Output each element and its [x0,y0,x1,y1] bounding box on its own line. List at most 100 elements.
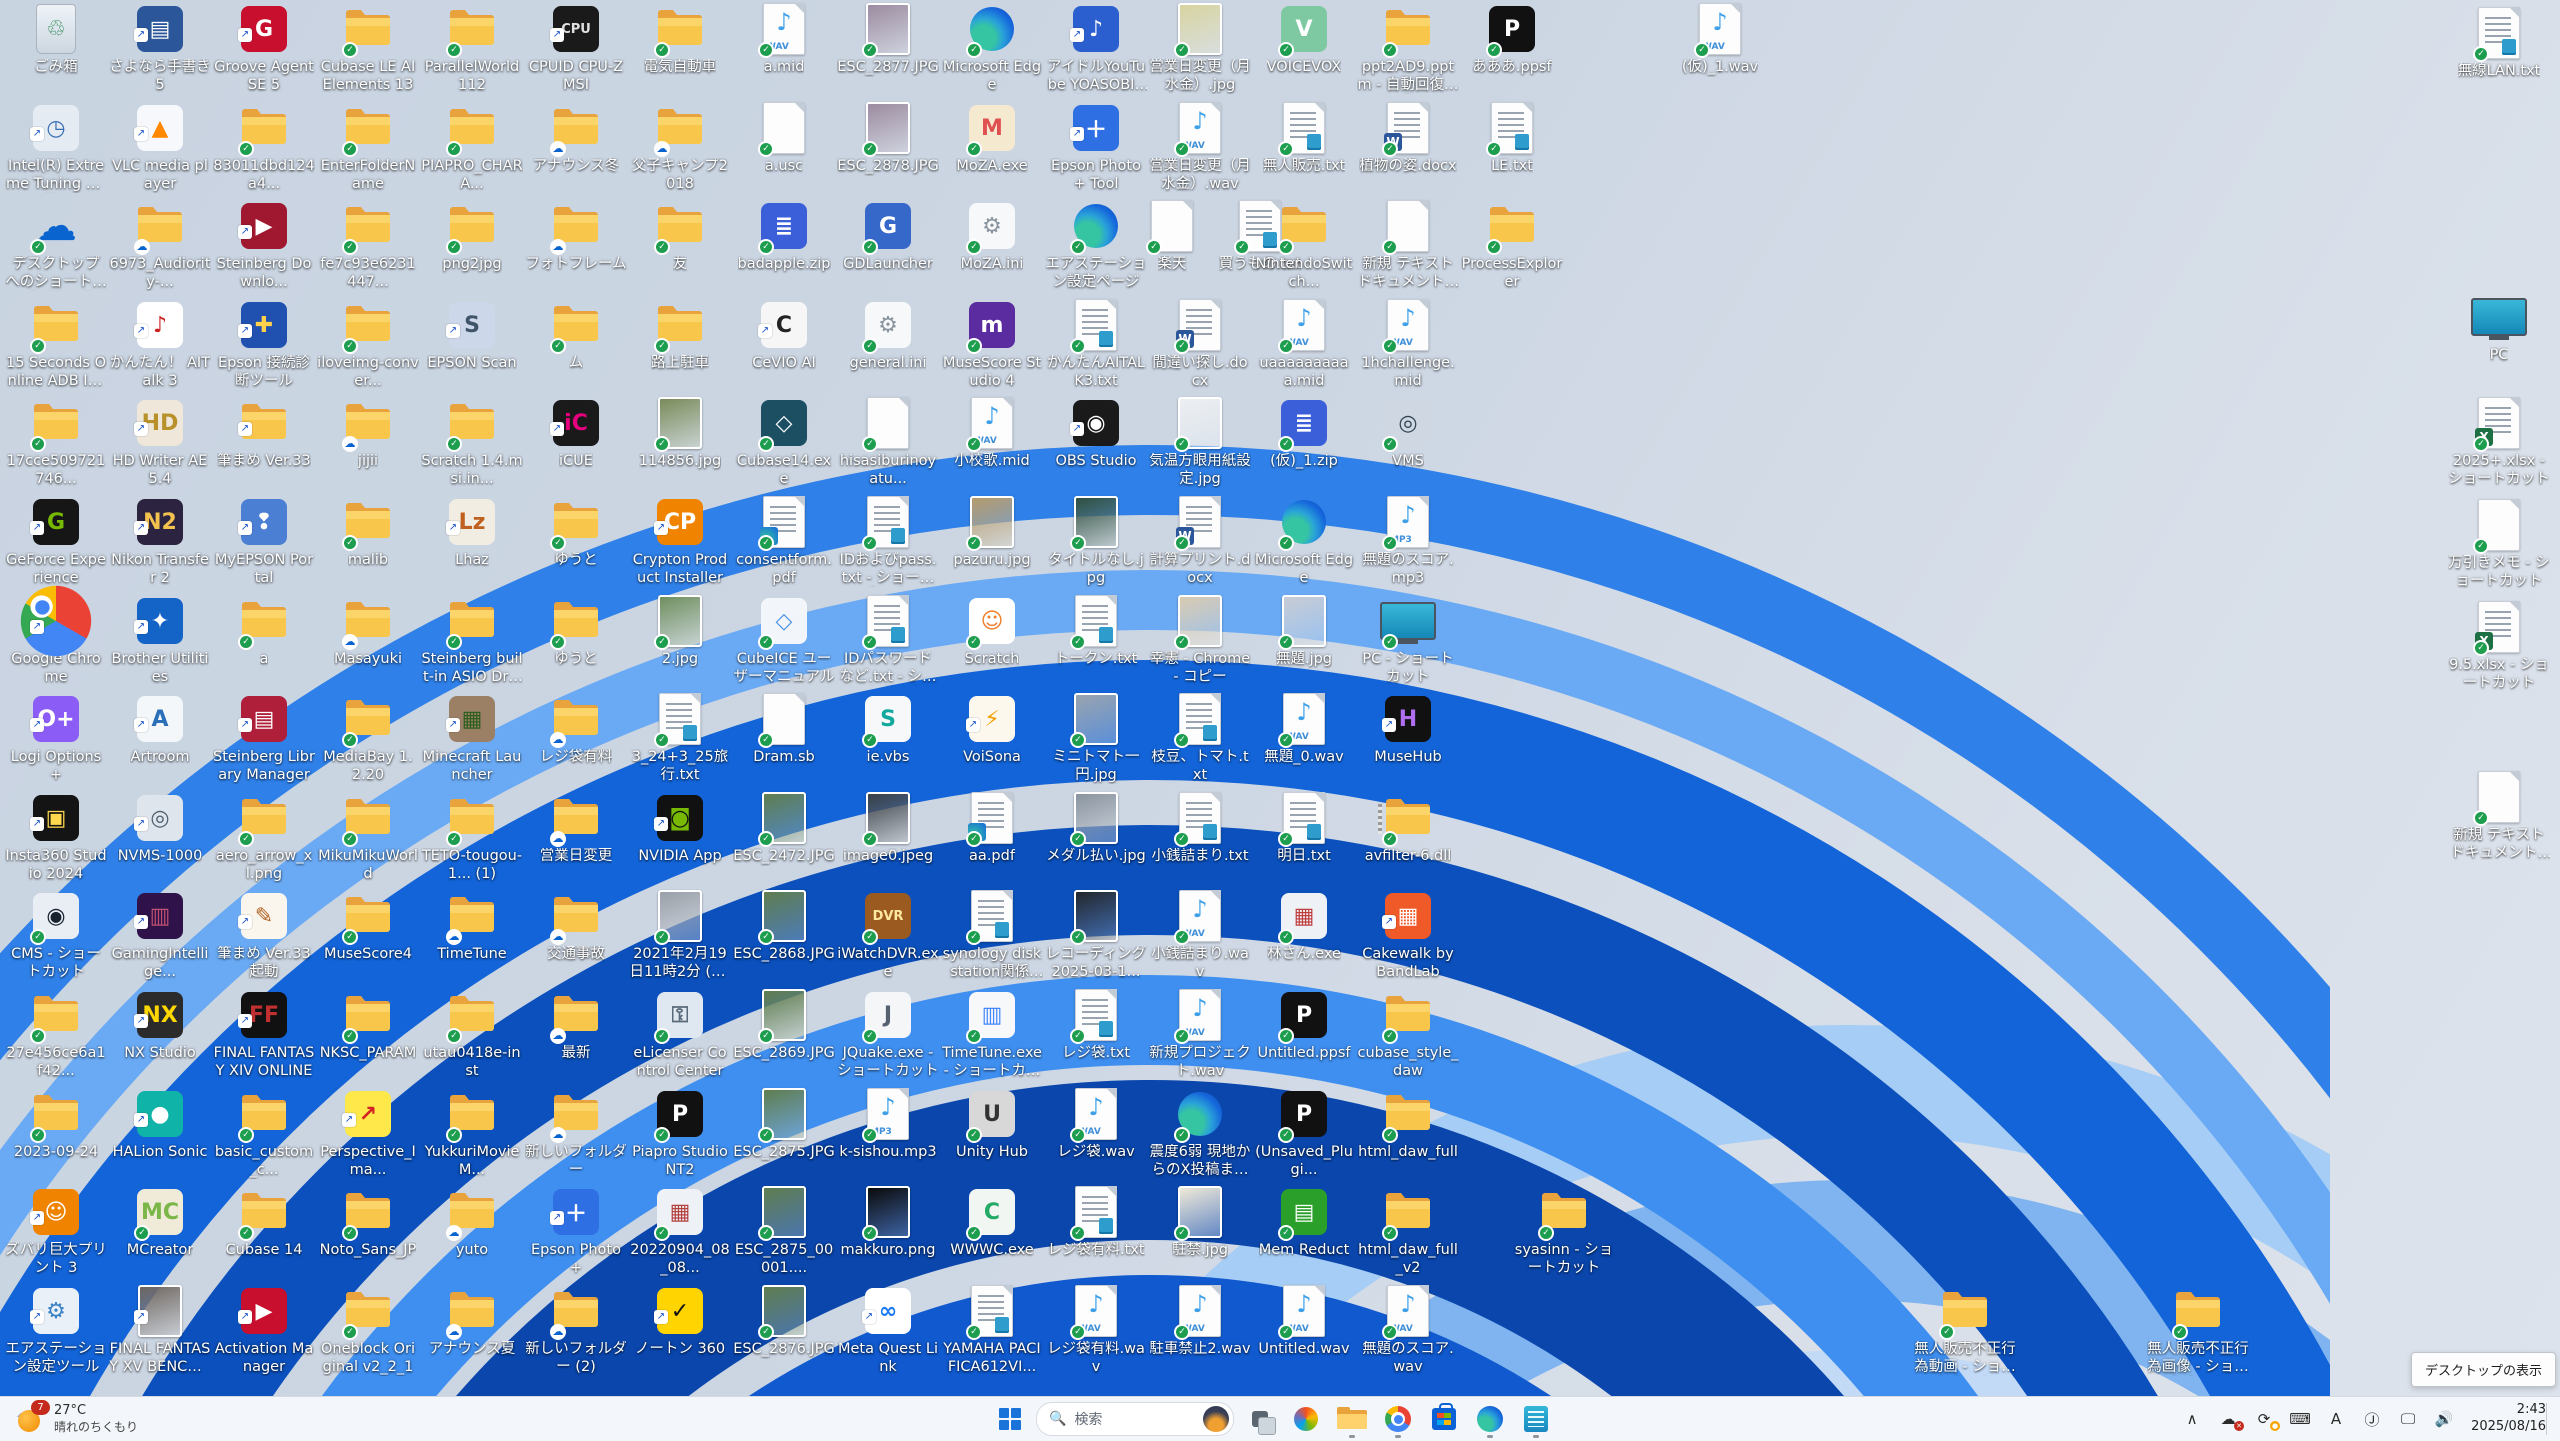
desktop-icon[interactable]: ✓ ESC_2875_00001.... [732,1185,836,1277]
desktop-icon[interactable]: ▲ ↗ VLC media player [108,101,212,193]
desktop-icon[interactable]: ▣ ↗ Insta360 Studio 2024 [4,791,108,883]
desktop-icon[interactable]: ✓ aa.pdf [940,791,1044,866]
desktop-icon[interactable]: H ↗ MuseHub [1356,692,1460,767]
desktop-icon[interactable]: ≣ ✓ (仮)_1.zip [1252,396,1356,471]
desktop-icon[interactable]: ✓ 駐禁.jpg [1148,1185,1252,1260]
desktop-icon[interactable]: ✓ ム [524,298,628,373]
desktop-icon[interactable]: ⚿ ✓ eLicenser Control Center [628,988,732,1080]
desktop-icon[interactable]: ✓IDパスワードなど.txt - ショートカット [836,594,940,686]
desktop-icon[interactable]: ☁ TimeTune [420,889,524,964]
desktop-icon[interactable]: ◉ ✓ CMS - ショートカット [4,889,108,981]
desktop-icon[interactable]: ♪↗アイドルYouTube YOASOBI - Topi... [1044,2,1148,94]
desktop-icon[interactable]: ✓ Microsoft Edge [940,2,1044,94]
desktop-icon[interactable]: ☁ 6973_Audiority-... [108,199,212,291]
desktop-icon[interactable]: ▥ ↗ GamingIntellige... [108,889,212,981]
desktop-icon[interactable]: m ✓ MuseScore Studio 4 [940,298,1044,390]
desktop-icon[interactable]: ≣ ✓ badapple.zip [732,199,836,274]
desktop-icon[interactable]: ▦ ✓ 20220904_08_08... [628,1185,732,1277]
desktop-icon[interactable]: G ✓ GDLauncher [836,199,940,274]
desktop-icon[interactable]: ✓ 2023-09-24 [4,1087,108,1162]
desktop-icon[interactable]: iC ↗ iCUE [524,396,628,471]
desktop-icon[interactable]: ✓ 無人販売.txt [1252,101,1356,176]
desktop-icon[interactable]: PC [2447,290,2551,365]
notepad-button[interactable] [1516,1399,1556,1439]
desktop-icon[interactable]: ✓Steinberg built-in ASIO Driver 1.0.9 [420,594,524,686]
desktop-icon[interactable]: ✓ 114856.jpg [628,396,732,471]
desktop-icon[interactable]: C ↗ CeVIO AI [732,298,836,373]
desktop-icon[interactable]: ✓synology diskstation関係.t... [940,889,1044,981]
desktop-icon[interactable]: ✓ 電気自動車 [628,2,732,77]
desktop-icon[interactable]: ✓ makkuro.png [836,1185,940,1260]
desktop-icon[interactable]: ☁ アナウンス冬 [524,101,628,176]
desktop-icon[interactable]: ✓ MikuMikuWorld [316,791,420,883]
desktop-icon[interactable]: ＋ ↗ Epson Photo+ Tool [1044,101,1148,193]
desktop-icon[interactable]: ↗ ↗ Perspective_Ima... [316,1087,420,1179]
desktop-icon[interactable]: P ✓ Piapro Studio NT2 [628,1087,732,1179]
desktop-icon[interactable]: ✓ MuseScore4 [316,889,420,964]
taskbar-clock[interactable]: 2:43 2025/08/16 [2465,1402,2552,1436]
desktop-icon[interactable]: ＋ ↗ Epson Photo+ [524,1185,628,1277]
desktop-icon[interactable]: ✓ Dram.sb [732,692,836,767]
desktop-icon[interactable]: ♪ WAV ✓ 小校歌.mid [940,396,1044,471]
desktop-icon[interactable]: ✓ YukkuriMovieM... [420,1087,524,1179]
desktop-icon[interactable]: CPU ↗ CPUID CPU-Z MSI [524,2,628,94]
desktop-icon[interactable]: ✓ Scratch 1.4.msi.in... [420,396,524,488]
jquake-icon[interactable]: Ⓙ [2355,1401,2389,1437]
desktop-icon[interactable]: ✓ ESC_2878.JPG [836,101,940,176]
desktop-icon[interactable]: V ✓ VOICEVOX [1252,2,1356,77]
desktop-icon[interactable]: ✓ Oneblock Original v2_2_1 [316,1284,420,1376]
desktop-icon[interactable]: ♪ WAV ✓ Untitled.wav [1252,1284,1356,1359]
desktop-icon[interactable]: ⚙ ↗ エアステーション設定ツール [4,1284,108,1376]
desktop-icon[interactable]: ♪ WAV ✓ 無題のスコア.wav [1356,1284,1460,1376]
desktop-icon[interactable]: ✓ 営業日変更（月水金）.jpg [1148,2,1252,94]
desktop-icon[interactable]: ✓ image0.jpeg [836,791,940,866]
desktop-icon[interactable]: ⚡ ↗ VoiSona [940,692,1044,767]
desktop-icon[interactable]: ♲ ごみ箱 [4,2,108,77]
desktop-icon[interactable]: ✓15 Seconds Online ADB Installer an... [4,298,108,390]
desktop-icon[interactable]: ☁ Masayuki [316,594,420,669]
desktop-icon[interactable]: ✓ レジ袋有料.txt [1044,1185,1148,1260]
desktop-icon[interactable]: ☁ アナウンス夏 [420,1284,524,1359]
onedrive-error-icon[interactable]: ☁ ✕ [2211,1401,2245,1437]
desktop-icon[interactable]: ✓ ゆうと [524,495,628,570]
desktop-icon[interactable]: ☁ 新しいフォルダー [524,1087,628,1179]
desktop-icon[interactable]: ✓ 83011dbd124a4... [212,101,316,193]
desktop-icon[interactable]: ◷↗Intel(R) Extreme Tuning Utility [4,101,108,193]
desktop-icon[interactable]: ✦ ↗ Brother Utilities [108,594,212,686]
desktop-icon[interactable]: DVR ✓ iWatchDVR.exe [836,889,940,981]
desktop-icon[interactable]: ✓ Noto_Sans_JP [316,1185,420,1260]
desktop-icon[interactable]: HD ↗ HD Writer AE 5.4 [108,396,212,488]
desktop-icon[interactable]: ✓ 無題.jpg [1252,594,1356,669]
desktop-icon[interactable]: ☁ 最新 [524,988,628,1063]
desktop-icon[interactable]: ▥✓TimeTune.exe - ショートカット [940,988,1044,1080]
desktop-icon[interactable]: ✓ ESC_2868.JPG [732,889,836,964]
desktop-icon[interactable]: ♪ WAV ✓ uaaaaaaaaaa.mid [1252,298,1356,390]
desktop-icon[interactable]: ✓ 友 [628,199,732,274]
desktop-icon[interactable]: ✓ ParallelWorld112 [420,2,524,94]
volume-icon[interactable]: 🔊 [2427,1401,2461,1437]
desktop-icon[interactable]: ▦ ✓ 林さん.exe [1252,889,1356,964]
desktop-icon[interactable]: ✓ メダル払い.jpg [1044,791,1148,866]
desktop-icon[interactable]: ☁ レジ袋有料 [524,692,628,767]
desktop-icon[interactable]: ✓ レコーディング 2025-03-1... [1044,889,1148,981]
desktop-icon[interactable]: S ✓ ie.vbs [836,692,940,767]
desktop-icon[interactable]: ⚙ ✓ MoZA.ini [940,199,1044,274]
desktop-icon[interactable]: ✓ppt2AD9.pptm - 自動回復済み [1356,2,1460,94]
desktop-icon[interactable]: ▤ ↗ さよなら手書き5 [108,2,212,94]
desktop-icon[interactable]: ✓ ミニトマト一円.jpg [1044,692,1148,784]
desktop-icon[interactable]: O+ ↗ Logi Options+ [4,692,108,784]
desktop-icon[interactable]: MC ✓ MCreator [108,1185,212,1260]
desktop-icon[interactable]: ✓ LE.txt [1460,101,1564,176]
desktop-icon[interactable]: ☁ 営業日変更 [524,791,628,866]
desktop-icon[interactable]: ✓ ESC_2877.JPG [836,2,940,77]
desktop-icon[interactable]: ✓ ↗ ノートン 360 [628,1284,732,1359]
desktop-icon[interactable]: A ↗ Artroom [108,692,212,767]
desktop-icon[interactable]: W✓植物の姿.docx [1356,101,1460,176]
desktop-icon[interactable]: P ✓ あああ.ppsf [1460,2,1564,77]
desktop-icon[interactable]: ✓ EnterFolderName [316,101,420,193]
desktop-icon[interactable]: ✓ NKSC_PARAM [316,988,420,1063]
desktop-icon[interactable]: ♪ WAV ✓ 営業日変更（月水金）.wav [1148,101,1252,193]
desktop-icon[interactable]: ♪ WAV ✓ 小銭詰まり.wav [1148,889,1252,981]
desktop-icon[interactable]: ◇ ✓ CubeICE ユーザーマニュアル [732,594,836,686]
desktop-icon[interactable]: ✓ consentform.pdf [732,495,836,587]
